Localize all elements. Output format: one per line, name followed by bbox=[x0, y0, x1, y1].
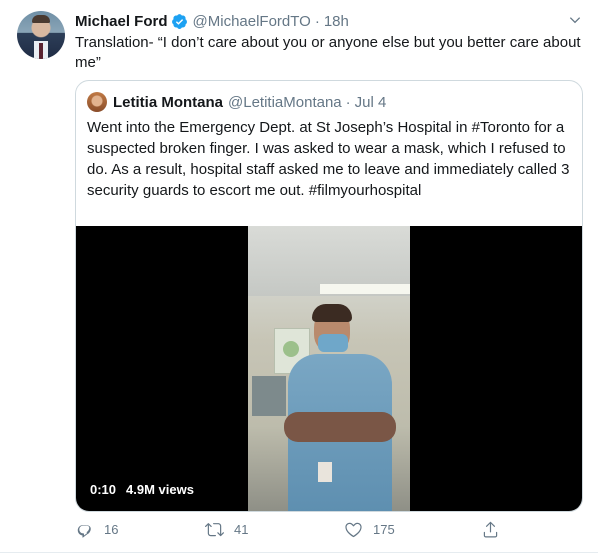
video-views: 4.9M views bbox=[126, 482, 194, 497]
reply-icon bbox=[77, 525, 91, 538]
video-person-hair bbox=[312, 304, 352, 322]
tweet-text: Translation- “I don’t care about you or … bbox=[75, 34, 581, 71]
tweet-timestamp[interactable]: 18h bbox=[324, 13, 349, 30]
avatar-tie bbox=[39, 43, 43, 59]
tweet-actions: 16 41 175 bbox=[75, 518, 505, 542]
chevron-down-icon[interactable] bbox=[568, 13, 582, 27]
quoted-author-avatar bbox=[87, 92, 107, 112]
video-cart bbox=[252, 376, 286, 416]
verified-badge-icon bbox=[171, 13, 187, 29]
quoted-author-handle: @LetitiaMontana bbox=[228, 93, 342, 111]
quoted-tweet-text: Went into the Emergency Dept. at St Jose… bbox=[87, 119, 570, 199]
quoted-author-name: Letitia Montana bbox=[113, 93, 224, 111]
separator-dot: · bbox=[314, 12, 320, 30]
share-icon bbox=[483, 521, 498, 538]
reply-button[interactable]: 16 bbox=[75, 520, 118, 539]
video-duration: 0:10 bbox=[90, 482, 117, 497]
like-button[interactable]: 175 bbox=[344, 520, 395, 539]
video-player[interactable]: 0:10 4.9M views bbox=[76, 226, 582, 511]
retweet-count: 41 bbox=[234, 522, 249, 537]
like-count: 175 bbox=[373, 522, 395, 537]
tweet-header: Michael Ford @MichaelFordTO · 18h bbox=[75, 11, 349, 31]
author-handle[interactable]: @MichaelFordTO bbox=[193, 13, 311, 30]
video-ceiling-light bbox=[320, 284, 410, 294]
retweet-icon bbox=[205, 523, 224, 537]
avatar-hair bbox=[32, 15, 50, 23]
heart-icon bbox=[345, 522, 362, 538]
quoted-tweet-date: Jul 4 bbox=[354, 93, 387, 111]
quoted-tweet[interactable]: Letitia Montana @LetitiaMontana · Jul 4 … bbox=[75, 80, 583, 512]
share-button[interactable] bbox=[481, 520, 500, 539]
reply-count: 16 bbox=[104, 522, 119, 537]
retweet-button[interactable]: 41 bbox=[205, 520, 248, 539]
video-frame bbox=[248, 226, 410, 511]
author-avatar[interactable] bbox=[17, 11, 65, 59]
video-meta: 0:10 4.9M views bbox=[90, 482, 194, 497]
quoted-tweet-header: Letitia Montana @LetitiaMontana · Jul 4 bbox=[87, 92, 387, 112]
tweet[interactable]: Michael Ford @MichaelFordTO · 18h Transl… bbox=[0, 0, 598, 553]
separator-dot: · bbox=[345, 93, 351, 111]
video-person-mask bbox=[318, 334, 348, 352]
video-person-badge bbox=[318, 462, 332, 482]
author-name[interactable]: Michael Ford bbox=[75, 13, 168, 30]
video-person-arms bbox=[284, 412, 396, 442]
